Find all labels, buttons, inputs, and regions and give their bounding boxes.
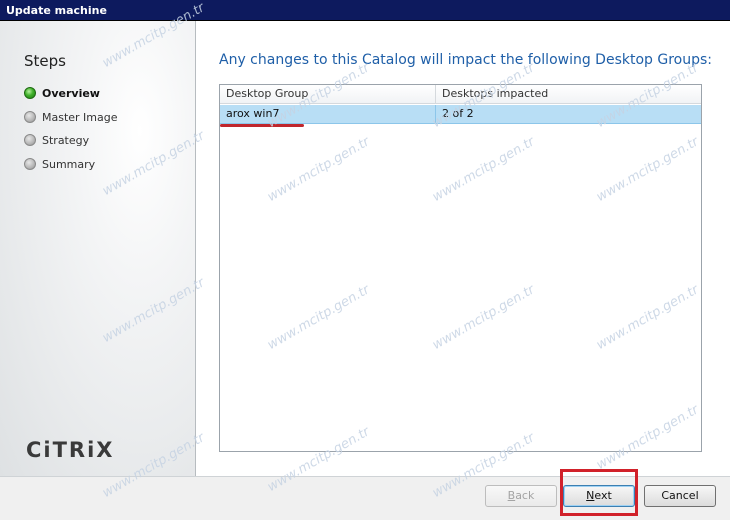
step-overview[interactable]: Overview	[24, 85, 100, 101]
back-button-label: ack	[515, 489, 535, 502]
desktop-groups-table[interactable]: Desktop Group Desktops impacted arox win…	[219, 84, 702, 452]
page-heading: Any changes to this Catalog will impact …	[219, 52, 713, 68]
column-header-desktops-impacted[interactable]: Desktops impacted	[436, 85, 701, 103]
back-button[interactable]: Back	[485, 485, 557, 507]
step-strategy[interactable]: Strategy	[24, 132, 89, 148]
steps-panel: Steps Overview Master Image Strategy Sum…	[0, 21, 196, 476]
step-label: Master Image	[42, 110, 118, 124]
red-highlight-box	[560, 469, 638, 516]
cell-desktop-group: arox win7	[220, 105, 436, 123]
title-bar: Update machine	[0, 0, 730, 21]
citrix-logo: CiTRiX	[26, 438, 115, 462]
step-inactive-icon	[24, 134, 36, 146]
step-active-icon	[24, 87, 36, 99]
step-label: Summary	[42, 157, 96, 171]
steps-heading: Steps	[24, 52, 66, 70]
step-label: Overview	[42, 86, 100, 100]
cell-desktops-impacted: 2 of 2	[442, 107, 474, 120]
step-inactive-icon	[24, 111, 36, 123]
red-underline-annotation	[220, 124, 304, 127]
step-label: Strategy	[42, 133, 90, 147]
step-master-image[interactable]: Master Image	[24, 109, 118, 125]
step-summary[interactable]: Summary	[24, 156, 95, 172]
table-header: Desktop Group Desktops impacted	[220, 85, 701, 104]
table-row[interactable]: arox win7 2 of 2	[220, 105, 701, 124]
window-title: Update machine	[6, 4, 107, 17]
cancel-button[interactable]: Cancel	[644, 485, 716, 507]
column-header-desktop-group[interactable]: Desktop Group	[220, 85, 436, 103]
step-inactive-icon	[24, 158, 36, 170]
